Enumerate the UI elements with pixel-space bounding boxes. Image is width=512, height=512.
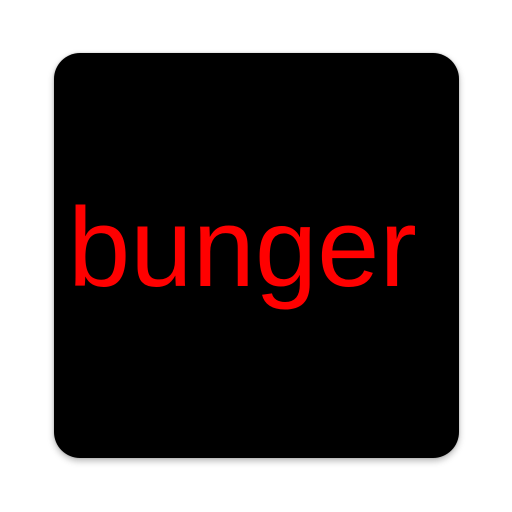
app-icon-label: bunger	[68, 185, 417, 310]
screen: bunger	[0, 0, 512, 512]
app-icon[interactable]: bunger	[54, 53, 459, 458]
